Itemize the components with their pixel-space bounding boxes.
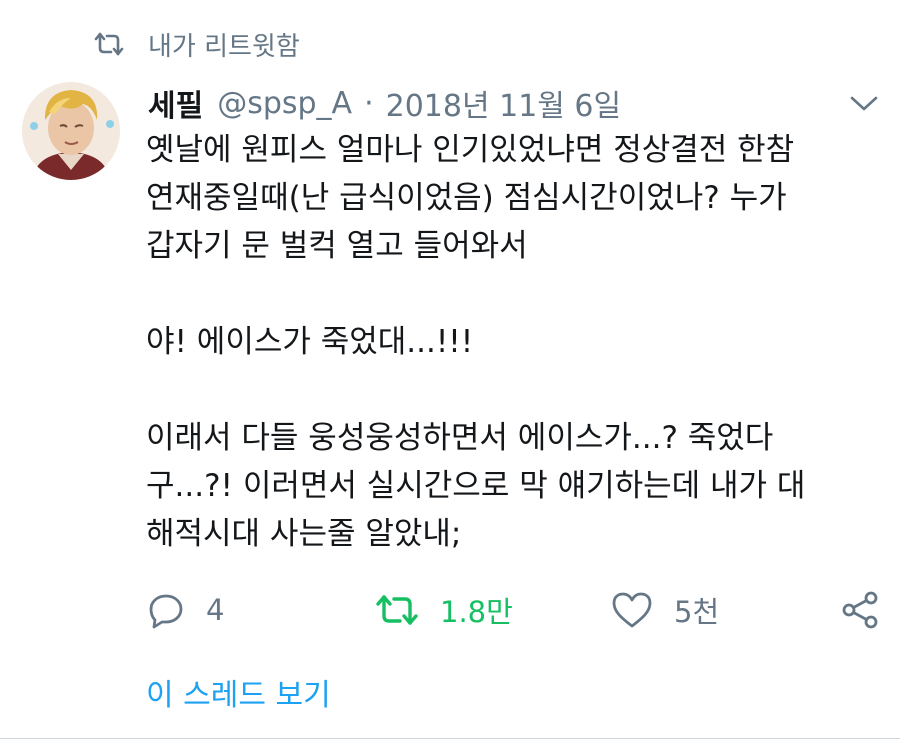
retweet-button[interactable]: 1.8만 bbox=[374, 583, 513, 637]
view-thread-link[interactable]: 이 스레드 보기 bbox=[146, 670, 331, 714]
tweet-header: 세필 @spsp_A · 2018년 11월 6일 bbox=[148, 80, 621, 126]
retweet-count: 1.8만 bbox=[440, 595, 513, 629]
divider bbox=[0, 738, 900, 739]
retweet-icon bbox=[92, 30, 126, 58]
like-count: 5천 bbox=[674, 595, 720, 629]
header-separator: · bbox=[364, 85, 374, 121]
like-button[interactable]: 5천 bbox=[610, 583, 719, 637]
tweet-text: 옛날에 원피스 얼마나 인기있었냐면 정상결전 한참 연재중일때(난 급식이었음… bbox=[146, 126, 886, 558]
share-button[interactable] bbox=[840, 583, 882, 637]
retweet-context-label: 내가 리트윗함 bbox=[148, 31, 300, 62]
author-name[interactable]: 세필 bbox=[148, 81, 203, 125]
reply-icon bbox=[146, 590, 186, 630]
avatar[interactable] bbox=[22, 82, 120, 180]
tweet-paragraph: 옛날에 원피스 얼마나 인기있었냐면 정상결전 한참 연재중일때(난 급식이었음… bbox=[146, 132, 795, 264]
reply-button[interactable]: 4 bbox=[146, 583, 224, 637]
tweet-paragraph: 이래서 다들 웅성웅성하면서 에이스가...? 죽었다 구...?! 이러면서 … bbox=[146, 420, 806, 552]
tweet-actions: 4 1.8만 5천 bbox=[146, 583, 886, 637]
retweet-icon bbox=[374, 591, 420, 629]
author-handle[interactable]: @spsp_A bbox=[217, 86, 352, 121]
share-icon bbox=[840, 589, 882, 631]
tweet-paragraph: 야! 에이스가 죽었대...!!! bbox=[146, 324, 474, 360]
heart-icon bbox=[610, 590, 654, 630]
chevron-down-icon bbox=[846, 96, 882, 120]
reply-count: 4 bbox=[206, 593, 225, 627]
retweet-context: 내가 리트윗함 bbox=[92, 26, 300, 62]
tweet-menu-button[interactable] bbox=[846, 90, 882, 116]
tweet-date[interactable]: 2018년 11월 6일 bbox=[386, 81, 621, 125]
